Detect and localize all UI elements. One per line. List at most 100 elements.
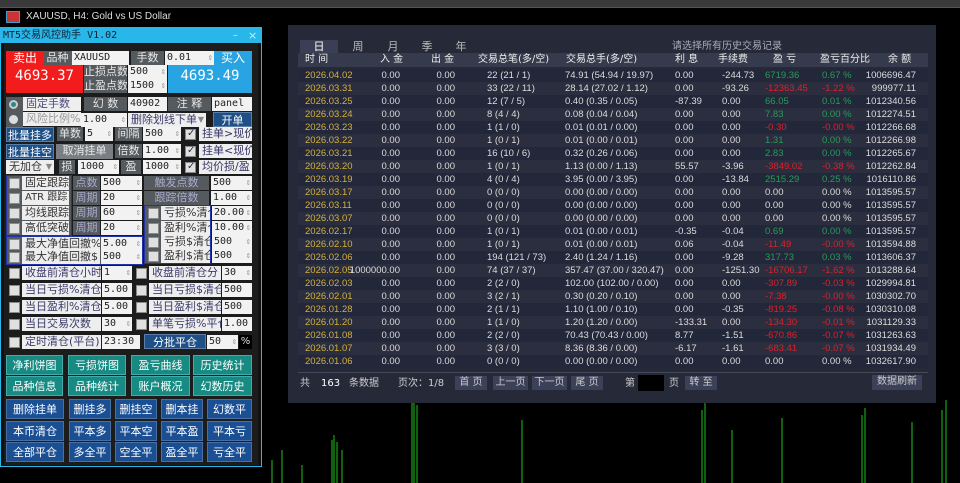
spinner-icon[interactable]: ⇕ [246,249,251,263]
spinner-icon[interactable]: ⇕ [232,335,237,349]
close-magic-button[interactable]: 幻数平 [207,399,252,419]
pnl-curve-button[interactable]: 盈亏曲线 [131,355,190,375]
rule-input[interactable]: 500 [222,283,252,297]
drawdown-checkbox[interactable] [9,239,20,250]
close-symbol-profit-button[interactable]: 平本盈 [161,421,203,441]
table-row[interactable]: 2026.03.31 0.00 0.00 33 (22 / 11) 28.14 (27.… [298,82,928,95]
breakout-checkbox[interactable] [9,223,20,234]
table-row[interactable]: 2026.03.07 0.00 0.00 0 (0 / 0) 0.00 (0.00 / … [298,212,928,225]
tab-week[interactable]: 周 [346,40,370,53]
open-order-button[interactable]: 开单 [213,112,252,127]
spinner-icon[interactable]: ⇕ [136,237,141,251]
spinner-icon[interactable]: ⇕ [136,191,141,205]
partial-close-button[interactable]: 分批平仓 [144,334,206,349]
symbol-info-button[interactable]: 品种信息 [6,376,63,396]
rule-input[interactable]: 1.00 [222,317,252,331]
table-row[interactable]: 2026.02.01 0.00 0.00 3 (2 / 1) 0.30 (0.20 / … [298,290,928,303]
tab-year[interactable]: 年 [449,40,473,53]
symbol-stats-button[interactable]: 品种统计 [68,376,126,396]
table-row[interactable]: 2026.02.05 1000000.00 0.00 74 (37 / 37) 357.… [298,264,928,277]
rule-checkbox[interactable] [9,268,20,279]
tab-month[interactable]: 月 [381,40,405,53]
close-all-button[interactable]: 全部平仓 [6,442,64,462]
rule-checkbox[interactable] [9,285,20,296]
rule-input[interactable]: 30 ⇕ [102,317,132,331]
rule-checkbox[interactable] [136,285,147,296]
spinner-icon[interactable]: ⇕ [136,206,141,220]
tab-quarter[interactable]: 季 [415,40,439,53]
spinner-icon[interactable]: ⇕ [175,127,180,141]
avg-sltp-checkbox[interactable] [185,161,196,173]
closeout-input[interactable]: 20.00 ⇕ [212,206,252,220]
closeout-checkbox[interactable] [148,223,159,234]
closeout-input[interactable]: 500 ⇕ [212,235,252,249]
spinner-icon[interactable]: ⇕ [246,221,251,235]
rule-checkbox[interactable] [136,268,147,279]
profit-input[interactable]: 1000 ⇕ [143,160,181,174]
drawdown-input[interactable]: 5.00 ⇕ [101,237,142,251]
rule-input[interactable]: 5.00 [102,283,132,297]
trail-fixed-checkbox[interactable] [9,178,20,189]
stop-loss-input[interactable]: 500 ⇕ [128,65,167,79]
drawdown-input[interactable]: 500 ⇕ [101,250,142,264]
spinner-icon[interactable]: ⇕ [136,176,141,190]
loss-input[interactable]: 1000 ⇕ [78,160,119,174]
close-symbol-button[interactable]: 本币清仓 [6,421,64,441]
partial-close-input[interactable]: 50 ⇕ [207,335,238,349]
pending-below-checkbox[interactable] [185,145,196,157]
loss-pie-button[interactable]: 亏损饼图 [68,355,126,375]
closeout-input[interactable]: 500 ⇕ [212,249,252,263]
history-stats-button[interactable]: 历史统计 [193,355,252,375]
close-button[interactable]: × [248,28,257,43]
atr-period-input[interactable]: 20 ⇕ [101,191,142,205]
table-row[interactable]: 2026.02.10 0.00 0.00 1 (0 / 1) 0.01 (0.00 / … [298,238,928,251]
spinner-icon[interactable]: ⇕ [246,176,251,190]
close-all-profit-button[interactable]: 盈全平 [161,442,203,462]
batch-buy-button[interactable]: 批量挂多 [6,127,54,142]
trigger-points-input[interactable]: 500 ⇕ [211,176,252,190]
timed-close-checkbox[interactable] [9,337,20,348]
spinner-icon[interactable]: ⇕ [246,235,251,249]
risk-input[interactable]: 1.00 ⇕ [81,113,127,127]
table-row[interactable]: 2026.01.20 0.00 0.00 1 (1 / 0) 1.20 (1.20 / … [298,316,928,329]
account-overview-button[interactable]: 账户概况 [131,376,190,396]
delete-pending-button[interactable]: 删除挂单 [6,399,64,419]
table-row[interactable]: 2026.03.23 0.00 0.00 1 (1 / 0) 0.01 (0.01 / … [298,121,928,134]
table-row[interactable]: 2026.03.24 0.00 0.00 8 (4 / 4) 0.08 (0.04 / … [298,108,928,121]
rule-input[interactable]: 500 [222,300,252,314]
rule-input[interactable]: 30 ⇕ [222,266,252,280]
table-row[interactable]: 2026.01.28 0.00 0.00 2 (1 / 1) 1.10 (1.00 / … [298,303,928,316]
pending-above-checkbox[interactable] [185,128,196,140]
timed-close-input[interactable]: 23:30 [102,335,140,349]
table-row[interactable]: 2026.03.22 0.00 0.00 1 (0 / 1) 0.01 (0.00 / … [298,134,928,147]
rule-input[interactable]: 1 ⇕ [102,266,132,280]
closeout-checkbox[interactable] [148,208,159,219]
fixed-lots-radio[interactable] [9,100,18,109]
spinner-icon[interactable]: ⇕ [175,144,180,158]
spinner-icon[interactable]: ⇕ [246,206,251,220]
spinner-icon[interactable]: ⇕ [136,221,141,235]
rule-checkbox[interactable] [9,319,20,330]
table-row[interactable]: 2026.03.19 0.00 0.00 4 (0 / 4) 3.95 (0.00 / … [298,173,928,186]
spinner-icon[interactable]: ⇕ [208,51,213,65]
table-row[interactable]: 2026.03.20 0.00 0.00 1 (0 / 1) 1.13 (0.00 / … [298,160,928,173]
tab-day[interactable]: 日 [300,40,338,53]
rule-checkbox[interactable] [136,319,147,330]
delete-buy-pending-button[interactable]: 删挂多 [69,399,111,419]
risk-ratio-radio[interactable] [9,115,18,124]
breakout-period-input[interactable]: 20 ⇕ [101,221,142,235]
magic-history-button[interactable]: 幻数历史 [193,376,252,396]
rule-checkbox[interactable] [9,302,20,313]
table-row[interactable]: 2026.01.08 0.00 0.00 2 (2 / 0) 70.43 (70.43 … [298,329,928,342]
order-mode-select[interactable]: 删除划线下单 ▼ [128,113,206,127]
multiplier-input[interactable]: 1.00 ⇕ [143,144,181,158]
net-profit-pie-button[interactable]: 净利饼图 [6,355,63,375]
spinner-icon[interactable]: ⇕ [113,160,118,174]
closeout-input[interactable]: 10.00 ⇕ [212,221,252,235]
prev-page-button[interactable]: 上一页 [493,376,528,390]
history-hint[interactable]: 请选择所有历史交易记录 [672,40,782,53]
close-all-sell-button[interactable]: 空全平 [115,442,157,462]
take-profit-input[interactable]: 1500 ⇕ [128,79,167,93]
spinner-icon[interactable]: ⇕ [175,160,180,174]
table-row[interactable]: 2026.03.17 0.00 0.00 0 (0 / 0) 0.00 (0.00 / … [298,186,928,199]
